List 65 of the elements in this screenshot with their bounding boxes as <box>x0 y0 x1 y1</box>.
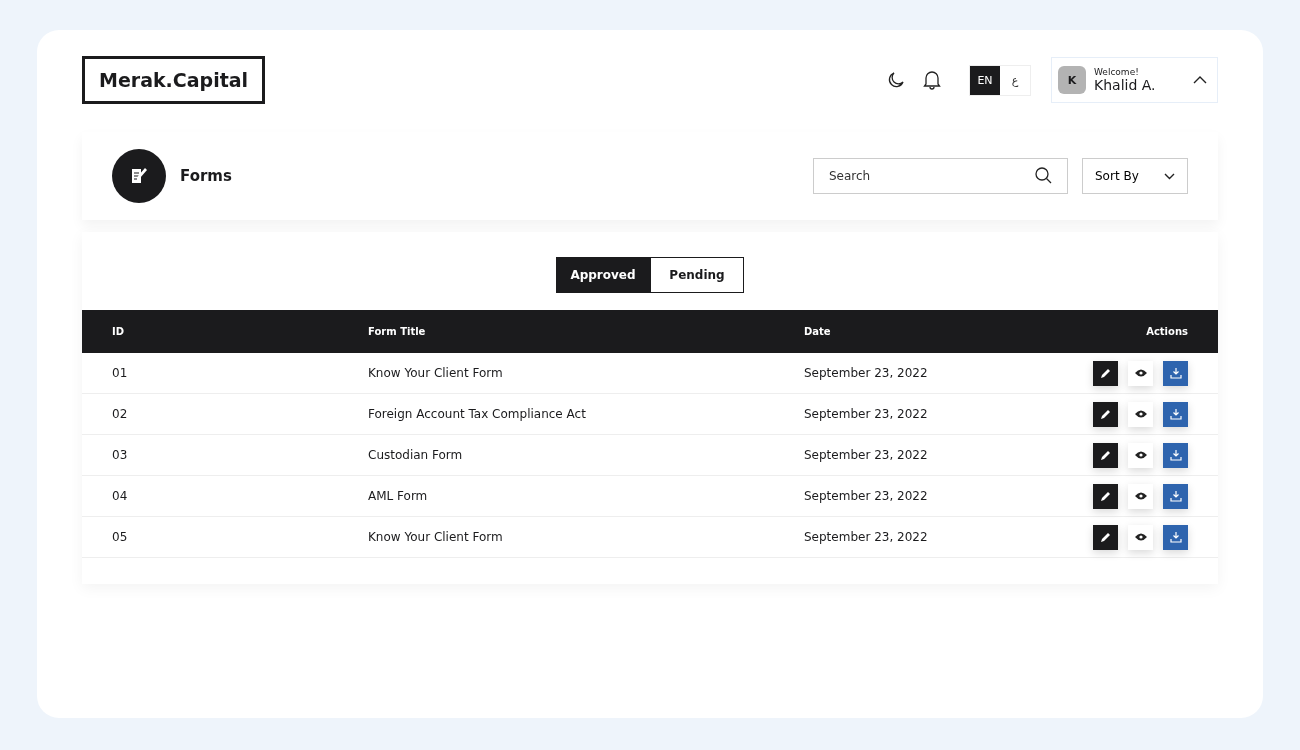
download-button[interactable] <box>1163 442 1188 468</box>
download-button[interactable] <box>1163 360 1188 386</box>
eye-icon <box>1134 410 1147 418</box>
download-button[interactable] <box>1163 483 1188 509</box>
welcome-text: Welcome! <box>1094 67 1140 77</box>
download-icon <box>1169 490 1182 502</box>
pencil-icon <box>1100 490 1111 502</box>
search-icon <box>1035 167 1052 184</box>
download-icon <box>1169 531 1182 543</box>
user-name: Khalid A. <box>1094 77 1157 93</box>
user-menu[interactable]: K Welcome! Khalid A. <box>1051 57 1218 103</box>
document-pen-icon <box>129 166 149 186</box>
language-button[interactable]: EN <box>970 65 1000 95</box>
pencil-icon <box>1100 408 1111 420</box>
chevron-down-icon <box>1164 172 1175 180</box>
table-cell-text: September 23, 2022 <box>804 530 929 544</box>
table-cell-text: 04 <box>112 489 129 503</box>
eye-icon <box>1134 451 1147 459</box>
table-cell-text: Know Your Client Form <box>368 530 504 544</box>
view-button[interactable] <box>1128 524 1153 550</box>
column-header: Form Title <box>368 326 427 337</box>
download-button[interactable] <box>1163 524 1188 550</box>
eye-icon <box>1134 369 1147 377</box>
column-header: Actions <box>1145 326 1188 337</box>
view-button[interactable] <box>1128 360 1153 386</box>
pencil-icon <box>1100 449 1111 461</box>
table-cell-text: 02 <box>112 407 129 421</box>
table-cell-text: Foreign Account Tax Compliance Act <box>368 407 587 421</box>
view-button[interactable] <box>1128 483 1153 509</box>
eye-icon <box>1134 533 1147 541</box>
table-cell-text: September 23, 2022 <box>804 366 929 380</box>
view-button[interactable] <box>1128 442 1153 468</box>
table-cell-text: 05 <box>112 530 129 544</box>
edit-button[interactable] <box>1093 442 1118 468</box>
table-cell-text: Custodian Form <box>368 448 464 462</box>
page-title: Forms <box>180 167 232 185</box>
view-button[interactable] <box>1128 401 1153 427</box>
tab[interactable]: Approved <box>556 257 650 293</box>
edit-button[interactable] <box>1093 401 1118 427</box>
download-button[interactable] <box>1163 401 1188 427</box>
edit-button[interactable] <box>1093 524 1118 550</box>
column-header: ID <box>112 326 126 337</box>
download-icon <box>1169 408 1182 420</box>
pencil-icon <box>1100 531 1111 543</box>
edit-button[interactable] <box>1093 360 1118 386</box>
table-cell-text: 03 <box>112 448 129 462</box>
tab[interactable]: Pending <box>650 257 744 293</box>
table-cell-text: September 23, 2022 <box>804 407 929 421</box>
table-cell-text: AML Form <box>368 489 429 503</box>
pencil-icon <box>1100 367 1111 379</box>
download-icon <box>1169 367 1182 379</box>
moon-icon[interactable] <box>887 71 905 89</box>
sort-dropdown[interactable]: Sort By <box>1082 158 1188 194</box>
edit-button[interactable] <box>1093 483 1118 509</box>
avatar: K <box>1058 66 1086 94</box>
logo: Merak.Capital <box>82 56 266 104</box>
eye-icon <box>1134 492 1147 500</box>
table-cell-text: 01 <box>112 366 129 380</box>
search-field[interactable]: Search <box>813 158 1068 194</box>
table-cell-text: September 23, 2022 <box>804 448 929 462</box>
table-cell-text: Know Your Client Form <box>368 366 504 380</box>
table-cell-text: September 23, 2022 <box>804 489 929 503</box>
notification-icon[interactable] <box>923 70 941 90</box>
column-header: Date <box>804 326 832 337</box>
download-icon <box>1169 449 1182 461</box>
